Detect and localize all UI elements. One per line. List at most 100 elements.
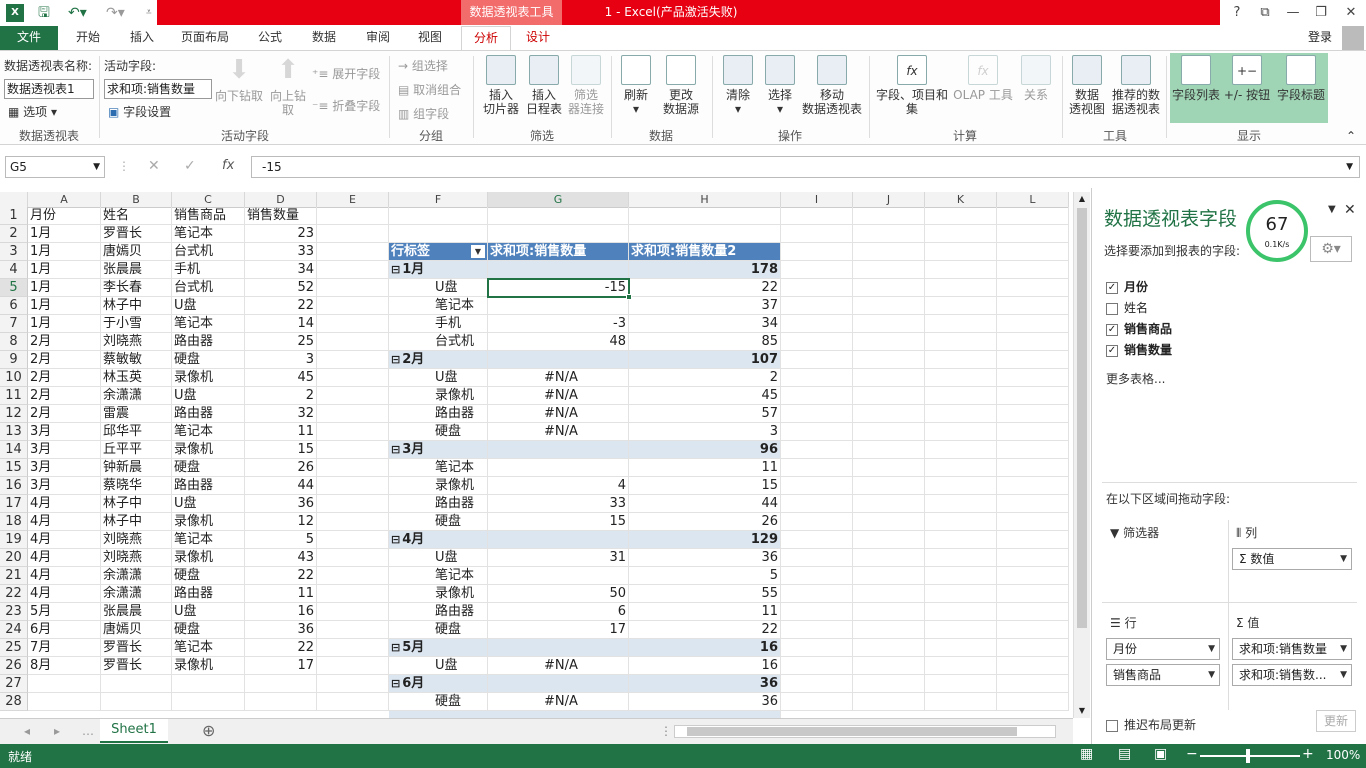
grid-cell[interactable]	[317, 225, 389, 243]
pivot-value-g[interactable]	[488, 441, 629, 459]
pivot-group-label[interactable]: ⊟ 2月	[389, 351, 488, 369]
tab-review[interactable]: 审阅	[356, 26, 400, 50]
collapse-group-icon[interactable]: ⊟	[391, 263, 400, 276]
grid-cell[interactable]	[781, 639, 853, 657]
source-cell[interactable]: 2月	[28, 405, 101, 423]
pivot-value-g[interactable]: #N/A	[488, 693, 629, 711]
page-break-view-icon[interactable]: ▣	[1154, 746, 1167, 762]
update-button[interactable]: 更新	[1316, 710, 1356, 732]
source-cell[interactable]: 笔记本	[172, 423, 245, 441]
maximize-button[interactable]: ❐	[1306, 0, 1336, 25]
pivot-value-h[interactable]: 96	[629, 441, 781, 459]
grid-cell[interactable]	[997, 387, 1069, 405]
column-header-f[interactable]: F	[389, 192, 488, 208]
grid-cell[interactable]	[781, 423, 853, 441]
pivot-header-cell[interactable]: 行标签 ▼	[389, 243, 488, 261]
pivot-value-h[interactable]: 5	[629, 567, 781, 585]
cancel-icon[interactable]: ✕	[148, 158, 160, 174]
grid-cell[interactable]	[997, 477, 1069, 495]
source-cell[interactable]: 唐嫣贝	[101, 243, 172, 261]
pivot-group-label[interactable]: ⊟ 6月	[389, 675, 488, 693]
pivot-item-label[interactable]: 笔记本	[389, 459, 488, 477]
grid-cell[interactable]	[997, 297, 1069, 315]
row-header-2[interactable]: 2	[0, 225, 28, 243]
grid-cell[interactable]	[245, 693, 317, 711]
source-cell[interactable]: 路由器	[172, 585, 245, 603]
grid-cell[interactable]	[853, 369, 925, 387]
grid-cell[interactable]	[853, 315, 925, 333]
grid-cell[interactable]	[389, 225, 488, 243]
pivot-item-label[interactable]: 硬盘	[389, 621, 488, 639]
grid-cell[interactable]	[853, 567, 925, 585]
pivot-item-label[interactable]: 路由器	[389, 603, 488, 621]
grid-cell[interactable]	[997, 207, 1069, 225]
source-cell[interactable]: 邱华平	[101, 423, 172, 441]
expand-formula-icon[interactable]: ▼	[1346, 157, 1353, 177]
row-header-1[interactable]: 1	[0, 207, 28, 225]
zoom-out-icon[interactable]: −	[1186, 746, 1198, 762]
source-cell[interactable]: 25	[245, 333, 317, 351]
grid-cell[interactable]	[853, 279, 925, 297]
grid-cell[interactable]	[781, 279, 853, 297]
grid-cell[interactable]	[317, 513, 389, 531]
field-checkbox-0[interactable]: ✓ 月份	[1106, 278, 1148, 295]
source-cell[interactable]: 林子中	[101, 513, 172, 531]
tab-home[interactable]: 开始	[66, 26, 110, 50]
pivot-value-g[interactable]	[488, 531, 629, 549]
pivot-value-h[interactable]: 26	[629, 513, 781, 531]
grid-cell[interactable]	[853, 585, 925, 603]
scroll-down-icon[interactable]: ▼	[1074, 704, 1090, 718]
pivot-item-label[interactable]: 路由器	[389, 495, 488, 513]
pivot-value-g[interactable]: #N/A	[488, 387, 629, 405]
grid-cell[interactable]	[997, 675, 1069, 693]
enter-icon[interactable]: ✓	[184, 158, 196, 174]
source-cell[interactable]: 林子中	[101, 297, 172, 315]
grid-cell[interactable]	[925, 351, 997, 369]
source-cell[interactable]: 2月	[28, 369, 101, 387]
pivot-value-g[interactable]: 17	[488, 621, 629, 639]
row-header-17[interactable]: 17	[0, 495, 28, 513]
source-cell[interactable]: 2月	[28, 387, 101, 405]
grid-cell[interactable]	[781, 567, 853, 585]
grid-cell[interactable]	[925, 207, 997, 225]
grid-cell[interactable]	[317, 261, 389, 279]
source-cell[interactable]: 1月	[28, 261, 101, 279]
source-cell[interactable]: 22	[245, 297, 317, 315]
source-cell[interactable]: 16	[245, 603, 317, 621]
grid-cell[interactable]	[997, 405, 1069, 423]
pivot-value-h[interactable]: 107	[629, 351, 781, 369]
source-cell[interactable]: 台式机	[172, 243, 245, 261]
sheet-split-icon[interactable]: ⋮	[660, 724, 672, 738]
column-header-h[interactable]: H	[629, 192, 781, 208]
source-cell[interactable]: 1月	[28, 225, 101, 243]
tab-insert[interactable]: 插入	[120, 26, 164, 50]
grid-cell[interactable]	[997, 423, 1069, 441]
source-cell[interactable]: 3月	[28, 441, 101, 459]
grid-cell[interactable]	[317, 567, 389, 585]
tab-view[interactable]: 视图	[408, 26, 452, 50]
group-field-button[interactable]: ▥ 组字段	[398, 105, 449, 122]
name-box-dropdown-icon[interactable]: ▼	[93, 157, 100, 177]
grid-cell[interactable]	[317, 477, 389, 495]
column-header-k[interactable]: K	[925, 192, 997, 208]
vertical-scrollbar[interactable]: ▲ ▼	[1073, 192, 1090, 718]
horizontal-scrollbar[interactable]	[674, 725, 1056, 738]
column-header-g[interactable]: G	[488, 192, 629, 208]
row-header-27[interactable]: 27	[0, 675, 28, 693]
collapse-ribbon-icon[interactable]: ⌃	[1346, 129, 1356, 143]
row-field-month[interactable]: 月份	[1106, 638, 1220, 660]
pivot-value-g[interactable]	[488, 297, 629, 315]
pivot-value-h[interactable]: 36	[629, 549, 781, 567]
grid-cell[interactable]	[317, 207, 389, 225]
formula-input[interactable]: -15 ▼	[251, 156, 1360, 178]
grid-cell[interactable]	[488, 207, 629, 225]
collapse-group-icon[interactable]: ⊟	[391, 443, 400, 456]
row-header-22[interactable]: 22	[0, 585, 28, 603]
source-cell[interactable]: 硬盘	[172, 351, 245, 369]
grid-cell[interactable]	[781, 549, 853, 567]
pivot-value-h[interactable]: 34	[629, 315, 781, 333]
clear-button[interactable]: 清除 ▾	[718, 55, 758, 116]
grid-cell[interactable]	[997, 279, 1069, 297]
row-header-6[interactable]: 6	[0, 297, 28, 315]
grid-cell[interactable]	[997, 243, 1069, 261]
